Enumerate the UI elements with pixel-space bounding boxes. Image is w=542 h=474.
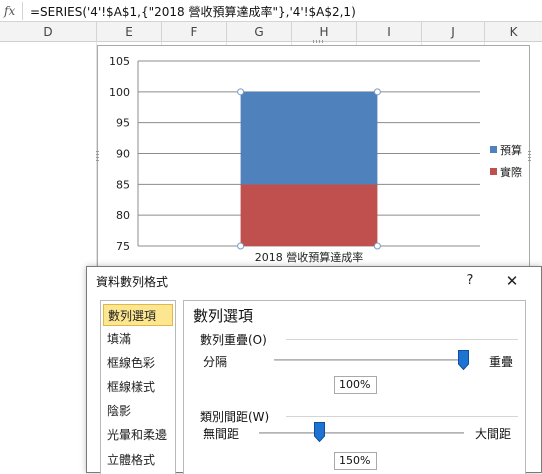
overlap-value-input[interactable]: 100% bbox=[334, 376, 377, 394]
legend-label-actual: 實際 bbox=[500, 166, 522, 179]
column-header-e[interactable]: E bbox=[97, 22, 162, 42]
chart-resize-handle-top[interactable] bbox=[313, 40, 323, 43]
bar-budget[interactable] bbox=[240, 91, 378, 185]
overlap-slider-track[interactable] bbox=[274, 359, 464, 361]
y-tick-label: 85 bbox=[116, 178, 130, 191]
selection-handle[interactable] bbox=[237, 242, 245, 250]
column-header-k[interactable]: K bbox=[485, 22, 542, 42]
legend-swatch-budget bbox=[490, 146, 497, 153]
y-tick-label: 75 bbox=[116, 240, 130, 253]
nav-item-fill[interactable]: 填滿 bbox=[103, 328, 173, 350]
column-header-d[interactable]: D bbox=[0, 22, 97, 42]
nav-item-border-style[interactable]: 框線樣式 bbox=[103, 376, 173, 398]
bar-actual[interactable] bbox=[240, 184, 378, 246]
formula-input[interactable]: =SERIES('4'!$A$1,{"2018 營收預算達成率"},'4'!$A… bbox=[30, 3, 356, 20]
legend-label-budget: 預算 bbox=[500, 144, 522, 157]
nav-item-series-options[interactable]: 數列選項 bbox=[103, 304, 173, 326]
formula-bar: fx =SERIES('4'!$A$1,{"2018 營收預算達成率"},'4'… bbox=[0, 0, 542, 22]
x-tick-label: 2018 營收預算達成率 bbox=[255, 250, 364, 264]
nav-item-3d-format[interactable]: 立體格式 bbox=[103, 449, 173, 471]
y-tick-label: 95 bbox=[116, 117, 130, 130]
overlap-slider-thumb[interactable] bbox=[458, 350, 469, 371]
y-tick-label: 90 bbox=[116, 148, 130, 161]
gap-slider-thumb[interactable] bbox=[314, 422, 325, 443]
overlap-left-label: 分隔 bbox=[203, 355, 228, 369]
dialog-nav-list: 數列選項 填滿 框線色彩 框線樣式 陰影 光暈和柔邊 立體格式 bbox=[100, 300, 176, 474]
nav-item-glow-soft-edges[interactable]: 光暈和柔邊 bbox=[103, 424, 173, 446]
series-options-panel: 數列選項 數列重疊(O) 分隔 重疊 100% 類別間距(W) 無間距 大間距 … bbox=[183, 300, 526, 474]
column-header-f[interactable]: F bbox=[162, 22, 227, 42]
stacked-bar-chart: 105 100 95 90 85 80 75 2018 營收預算達成率 bbox=[109, 55, 480, 264]
y-tick-label: 105 bbox=[109, 55, 130, 68]
column-header-row: D E F G H I J K bbox=[0, 22, 542, 42]
legend-entry-actual[interactable]: 實際 bbox=[490, 164, 522, 180]
nav-item-shadow[interactable]: 陰影 bbox=[103, 400, 173, 422]
group-divider bbox=[286, 416, 518, 417]
selection-handle[interactable] bbox=[237, 88, 245, 96]
gap-right-label: 大間距 bbox=[475, 427, 512, 441]
column-header-h[interactable]: H bbox=[292, 22, 357, 42]
formula-separator bbox=[22, 2, 23, 20]
selection-handle[interactable] bbox=[373, 88, 381, 96]
gap-value-input[interactable]: 150% bbox=[334, 452, 377, 470]
legend-entry-budget[interactable]: 預算 bbox=[490, 142, 522, 158]
close-icon[interactable]: ✕ bbox=[501, 270, 523, 292]
column-header-i[interactable]: I bbox=[357, 22, 422, 42]
column-header-g[interactable]: G bbox=[227, 22, 292, 42]
chart-area[interactable]: 105 100 95 90 85 80 75 2018 營收預算達成率 預算 實際 bbox=[96, 40, 531, 273]
nav-item-border-color[interactable]: 框線色彩 bbox=[103, 352, 173, 374]
y-tick-label: 100 bbox=[109, 86, 130, 99]
fx-icon[interactable]: fx bbox=[4, 3, 20, 19]
dialog-title: 資料數列格式 bbox=[96, 275, 169, 289]
gap-left-label: 無間距 bbox=[203, 427, 240, 441]
format-data-series-dialog: 資料數列格式 ? ✕ 數列選項 填滿 框線色彩 框線樣式 陰影 光暈和柔邊 立體… bbox=[86, 266, 542, 474]
series-overlap-label: 數列重疊(O) bbox=[200, 333, 267, 347]
panel-title: 數列選項 bbox=[193, 307, 254, 325]
help-icon[interactable]: ? bbox=[459, 270, 481, 292]
group-divider bbox=[286, 339, 518, 340]
gap-width-label: 類別間距(W) bbox=[200, 410, 270, 424]
column-header-j[interactable]: J bbox=[422, 22, 485, 42]
legend-swatch-actual bbox=[490, 168, 497, 175]
y-tick-label: 80 bbox=[116, 209, 130, 222]
gap-slider-track[interactable] bbox=[259, 432, 464, 434]
selection-handle[interactable] bbox=[373, 242, 381, 250]
overlap-right-label: 重疊 bbox=[489, 355, 514, 369]
